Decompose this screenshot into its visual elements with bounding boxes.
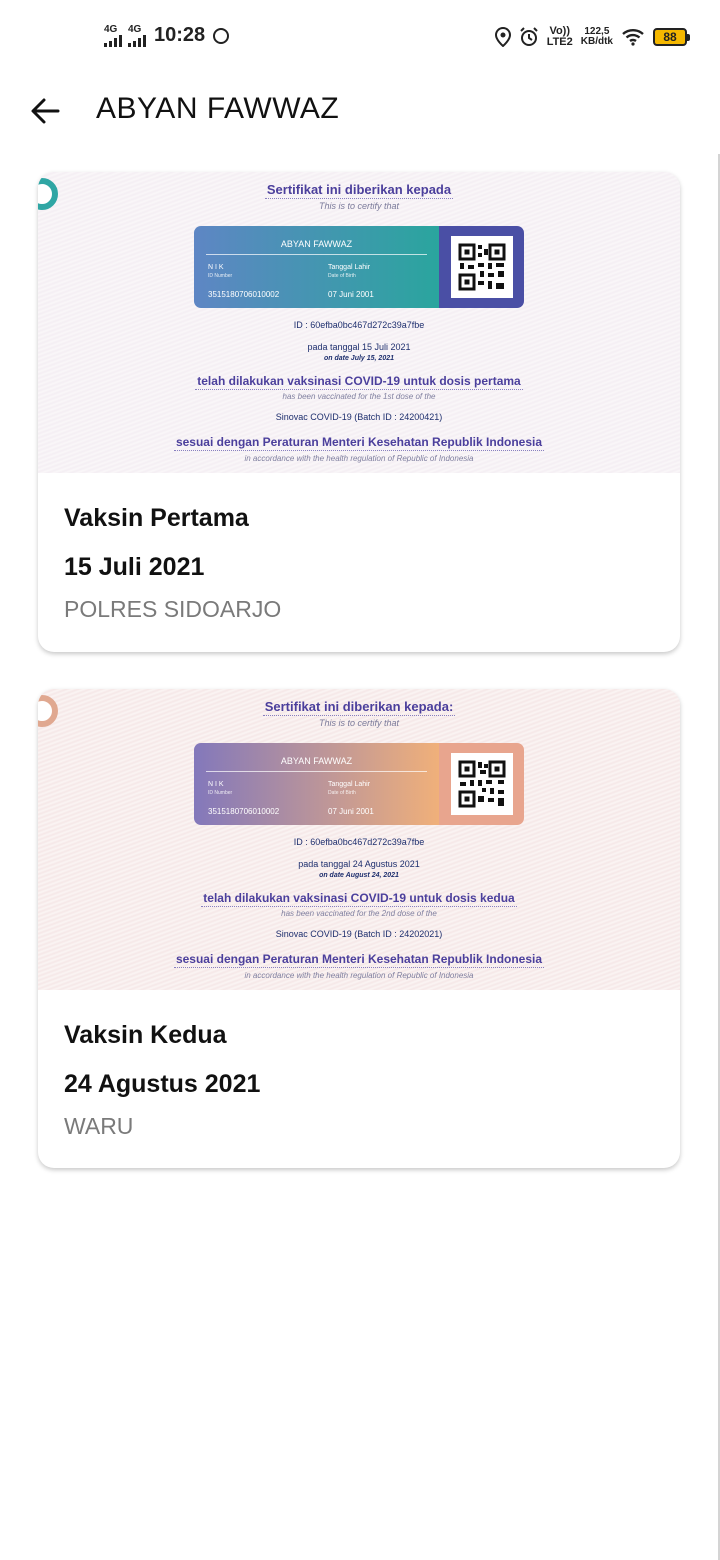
regulation-statement: sesuai dengan Peraturan Menteri Kesehata… <box>173 435 545 451</box>
dose-date: 24 Agustus 2021 <box>64 1070 261 1098</box>
nik-value: 3515180706010002 <box>208 807 280 816</box>
page-title: ABYAN FAWWAZ <box>96 92 340 125</box>
vaccine-card-second[interactable]: Sertifikat ini diberikan kepada: This is… <box>38 689 680 1168</box>
whatsapp-icon <box>213 27 230 44</box>
nik-label: N I K ID Number <box>208 264 233 279</box>
vaccination-location: POLRES SIDOARJO <box>64 596 282 622</box>
vaccine-card-first[interactable]: Sertifikat ini diberikan kepada This is … <box>38 172 680 652</box>
network-type-2: 4G <box>128 23 142 35</box>
speed-unit: KB/dtk <box>580 36 613 47</box>
status-bar: 4G 4G 10:28 Vo)) LTE2 122,5 KB/dtk 88 <box>0 0 720 80</box>
location-icon <box>494 27 511 47</box>
app-header: ABYAN FAWWAZ <box>0 80 720 142</box>
network-speed: 122,5 KB/dtk <box>581 27 613 47</box>
certificate-heading: Sertifikat ini diberikan kepada: <box>262 699 456 716</box>
wifi-icon <box>621 28 645 46</box>
vaccinated-statement-en: has been vaccinated for the 2nd dose of … <box>281 909 437 918</box>
qr-code-icon <box>450 753 513 815</box>
holder-name: ABYAN FAWWAZ <box>280 756 353 766</box>
nik-label: N I K ID Number <box>208 781 233 796</box>
qr-panel <box>439 226 524 308</box>
certificate-image: Sertifikat ini diberikan kepada This is … <box>38 172 680 473</box>
dob-label: Tanggal Lahir Date of Birth <box>328 264 371 279</box>
status-right: Vo)) LTE2 122,5 KB/dtk 88 <box>494 26 690 48</box>
signal-bars-icon <box>104 34 122 47</box>
volte-indicator: Vo)) LTE2 <box>547 26 573 48</box>
clock: 10:28 <box>154 24 206 46</box>
vaccinated-statement: telah dilakukan vaksinasi COVID-19 untuk… <box>201 891 517 907</box>
vaccine-batch: Sinovac COVID-19 (Batch ID : 24200421) <box>275 412 443 422</box>
regulation-statement-en: in accordance with the health regulation… <box>244 971 474 980</box>
vaccination-date-line: pada tanggal 24 Agustus 2021 <box>298 859 420 869</box>
signal-sim-1: 4G <box>104 23 122 47</box>
vaccination-date-line-en: on date July 15, 2021 <box>323 355 395 362</box>
regulation-statement-en: in accordance with the health regulation… <box>244 454 474 463</box>
certificate-id: ID : 60efba0bc467d272c39a7fbe <box>293 320 425 330</box>
dob-label: Tanggal Lahir Date of Birth <box>328 781 371 796</box>
vaccination-date-line: pada tanggal 15 Juli 2021 <box>307 342 411 352</box>
volte-bottom: LTE2 <box>546 36 573 48</box>
dose-title: Vaksin Pertama <box>64 504 249 532</box>
vaccinated-statement-en: has been vaccinated for the 1st dose of … <box>282 392 436 401</box>
certificate-heading-en: This is to certify that <box>318 201 400 211</box>
nik-value: 3515180706010002 <box>208 290 280 299</box>
regulation-statement: sesuai dengan Peraturan Menteri Kesehata… <box>173 952 545 968</box>
dob-value: 07 Juni 2001 <box>328 807 374 816</box>
qr-code-icon <box>450 236 513 298</box>
qr-panel <box>439 743 524 825</box>
certificate-heading-en: This is to certify that <box>318 718 400 728</box>
id-card: ABYAN FAWWAZ N I K ID Number Tanggal Lahi… <box>194 226 524 308</box>
arrow-left-icon <box>31 98 60 124</box>
signal-bars-icon <box>128 34 146 47</box>
certificate-heading: Sertifikat ini diberikan kepada <box>264 182 454 199</box>
alarm-icon <box>519 27 539 47</box>
battery-level: 88 <box>653 28 687 46</box>
back-button[interactable] <box>28 94 64 128</box>
vaccination-location: WARU <box>64 1113 134 1139</box>
certificate-id: ID : 60efba0bc467d272c39a7fbe <box>293 837 425 847</box>
dose-date: 15 Juli 2021 <box>64 553 205 581</box>
dose-title: Vaksin Kedua <box>64 1021 227 1049</box>
holder-name: ABYAN FAWWAZ <box>280 239 353 249</box>
dob-value: 07 Juni 2001 <box>328 290 374 299</box>
status-left: 4G 4G 10:28 <box>104 23 230 47</box>
battery-icon: 88 <box>653 28 690 46</box>
id-card: ABYAN FAWWAZ N I K ID Number Tanggal Lahi… <box>194 743 524 825</box>
network-type-1: 4G <box>104 23 118 35</box>
vaccine-batch: Sinovac COVID-19 (Batch ID : 24202021) <box>275 929 443 939</box>
certificate-image: Sertifikat ini diberikan kepada: This is… <box>38 689 680 990</box>
signal-sim-2: 4G <box>128 23 146 47</box>
vaccinated-statement: telah dilakukan vaksinasi COVID-19 untuk… <box>195 374 523 390</box>
vaccination-date-line-en: on date August 24, 2021 <box>319 872 399 879</box>
